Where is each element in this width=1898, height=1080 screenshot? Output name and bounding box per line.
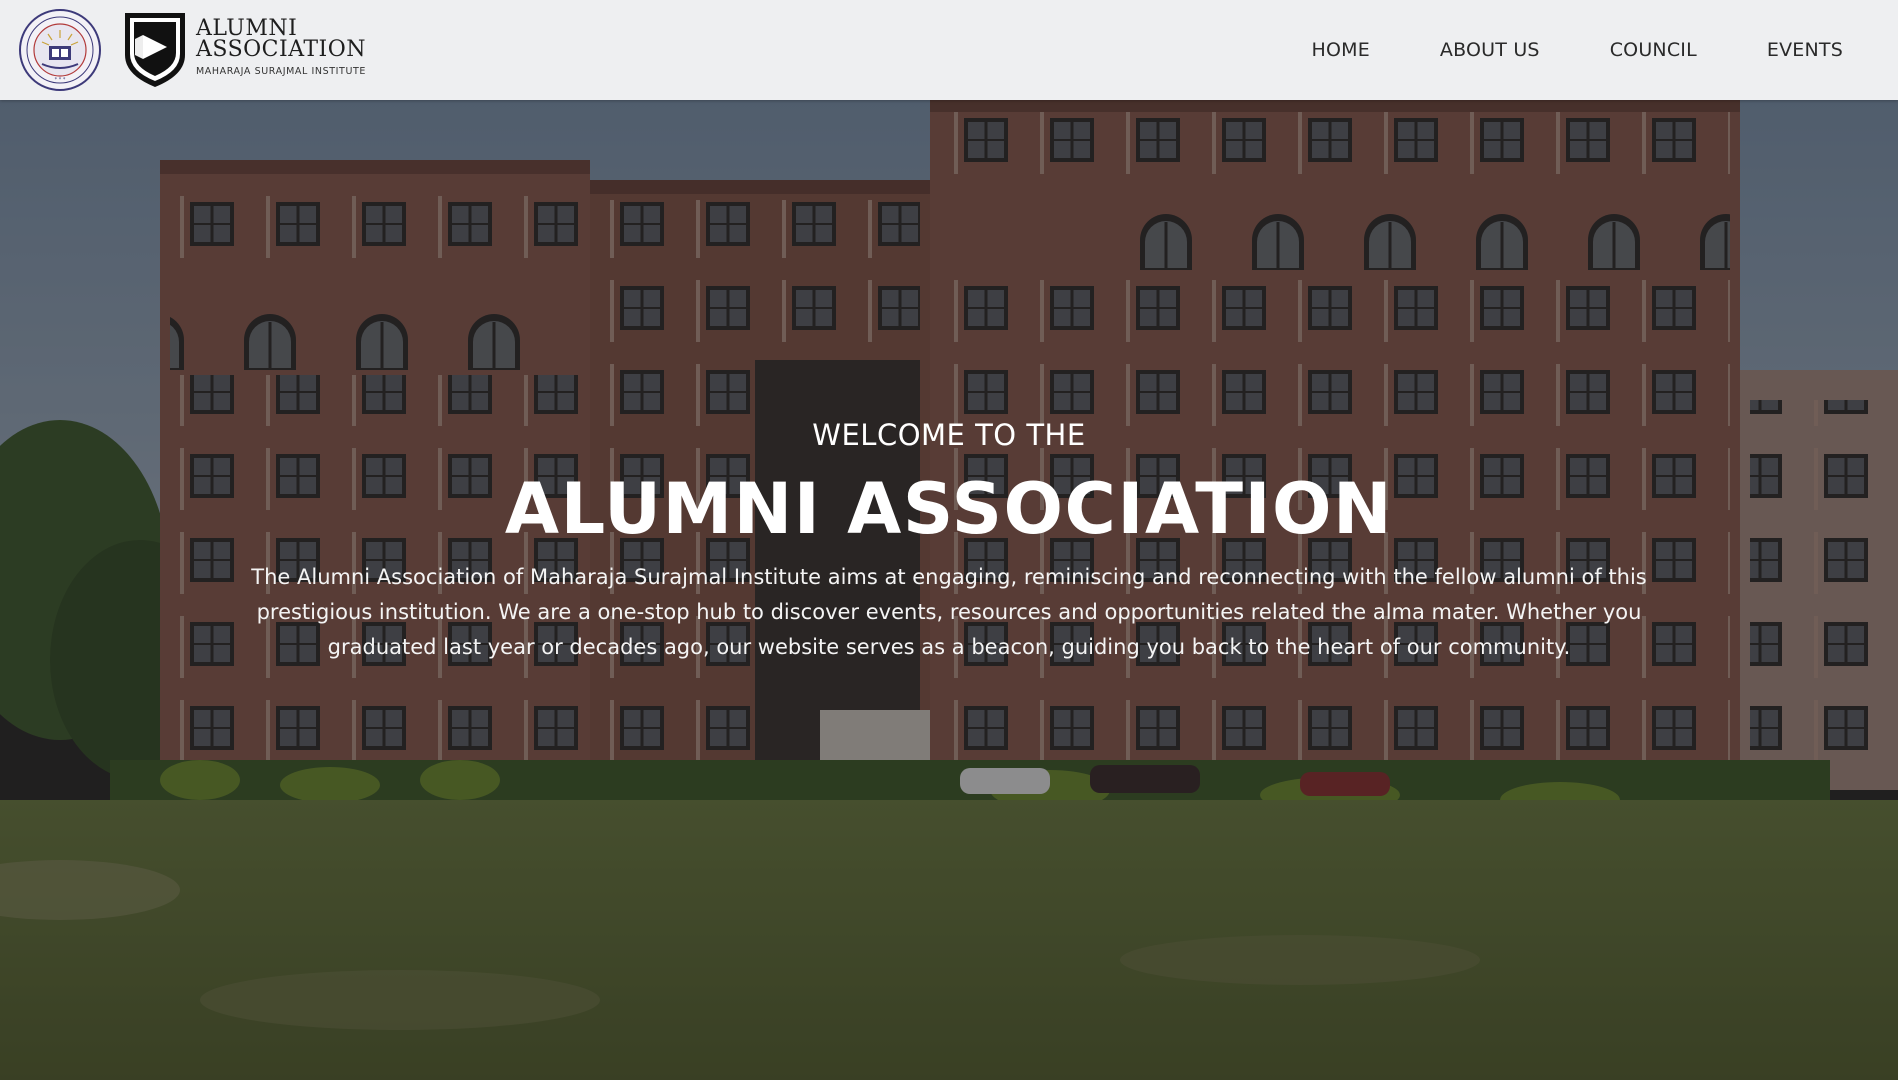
brand-title-line2: ASSOCIATION — [196, 37, 367, 62]
brand-wordmark[interactable]: ALUMNI ASSOCIATION MAHARAJA SURAJMAL INS… — [196, 16, 367, 78]
institute-seal-icon[interactable]: * * * — [18, 8, 102, 92]
hero-title: ALUMNI ASSOCIATION — [504, 468, 1394, 550]
site-header: * * * ALUMNI ASSOCIATION MAHARAJA SURAJM… — [0, 0, 1898, 100]
nav-events-link[interactable]: EVENTS — [1767, 39, 1843, 61]
hero-section: WELCOME TO THE ALUMNI ASSOCIATION The Al… — [0, 100, 1898, 1080]
hero-welcome-text: WELCOME TO THE — [812, 418, 1086, 452]
hero-description: The Alumni Association of Maharaja Suraj… — [251, 565, 1647, 659]
alumni-shield-logo-icon[interactable] — [121, 9, 189, 89]
nav-about-us-link[interactable]: ABOUT US — [1440, 39, 1540, 61]
brand-subtitle: MAHARAJA SURAJMAL INSTITUTE — [196, 66, 367, 77]
brand-title-line1: ALUMNI — [196, 16, 298, 41]
nav-council-link[interactable]: COUNCIL — [1610, 39, 1697, 61]
nav-home-link[interactable]: HOME — [1311, 39, 1369, 61]
svg-text:* * *: * * * — [55, 77, 66, 83]
main-nav: HOME ABOUT US COUNCIL EVENTS — [1241, 0, 1843, 100]
